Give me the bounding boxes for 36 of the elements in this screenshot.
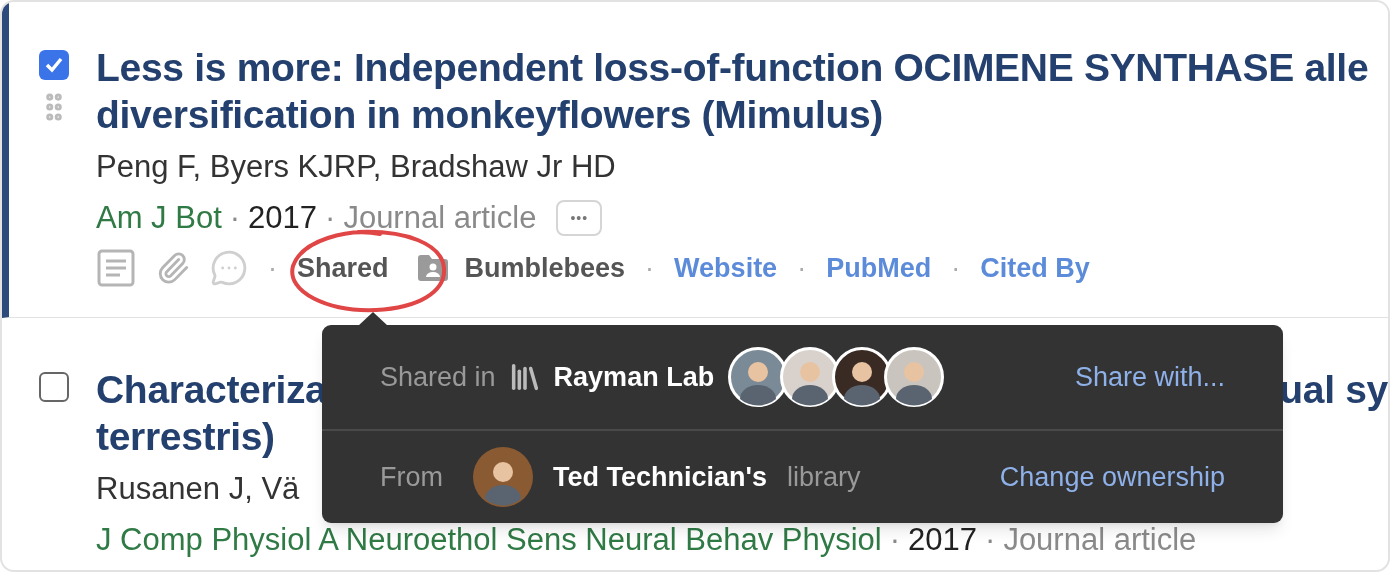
checkbox[interactable] [39, 50, 69, 80]
comment-icon[interactable] [210, 249, 248, 288]
change-ownership-link[interactable]: Change ownership [999, 456, 1225, 498]
separator-dot: · [645, 252, 655, 285]
share-with-link[interactable]: Share with... [1074, 356, 1225, 398]
library-name: Rayman Lab [553, 360, 715, 394]
article-title[interactable]: ual sy [1279, 366, 1388, 413]
separator-dot: · [797, 252, 807, 285]
journal-name: Am J Bot [96, 199, 222, 237]
publication-type: Journal article [1003, 521, 1197, 559]
checkbox[interactable] [39, 372, 69, 402]
folder-label[interactable]: Bumblebees [464, 248, 626, 289]
article-title[interactable]: terrestris) [96, 413, 275, 460]
from-label: From [380, 460, 443, 494]
more-button[interactable]: ••• [556, 200, 603, 236]
separator-dot: · [325, 199, 336, 237]
separator-dot: · [268, 252, 277, 285]
publication-year: 2017 [248, 199, 318, 237]
separator-dot: · [889, 521, 901, 559]
authors: Rusanen J, Vä [96, 470, 300, 508]
article-title[interactable]: diversification in monkeyflowers (Mimulus) [96, 91, 884, 138]
publication-type: Journal article [343, 199, 537, 237]
shared-button[interactable]: Shared [297, 248, 389, 289]
authors: Peng F, Byers KJRP, Bradshaw Jr HD [96, 148, 616, 186]
separator-dot: · [951, 252, 961, 285]
separator-dot: · [229, 199, 241, 237]
separator-dot: · [985, 521, 996, 559]
publication-year: 2017 [908, 521, 978, 559]
library-label: library [787, 460, 861, 494]
paperclip-icon[interactable] [156, 251, 190, 286]
journal-name: J Comp Physiol A Neuroethol Sens Neural Behav Physiol [96, 521, 882, 559]
owner-name: Ted Technician's [553, 460, 767, 494]
shared-in-label: Shared in [380, 360, 496, 394]
notes-icon[interactable] [96, 248, 136, 289]
article-title[interactable]: Less is more: Independent loss-of-function OCIMENE SYNTHASE alle [96, 44, 1369, 91]
checkmark-icon [44, 55, 64, 75]
